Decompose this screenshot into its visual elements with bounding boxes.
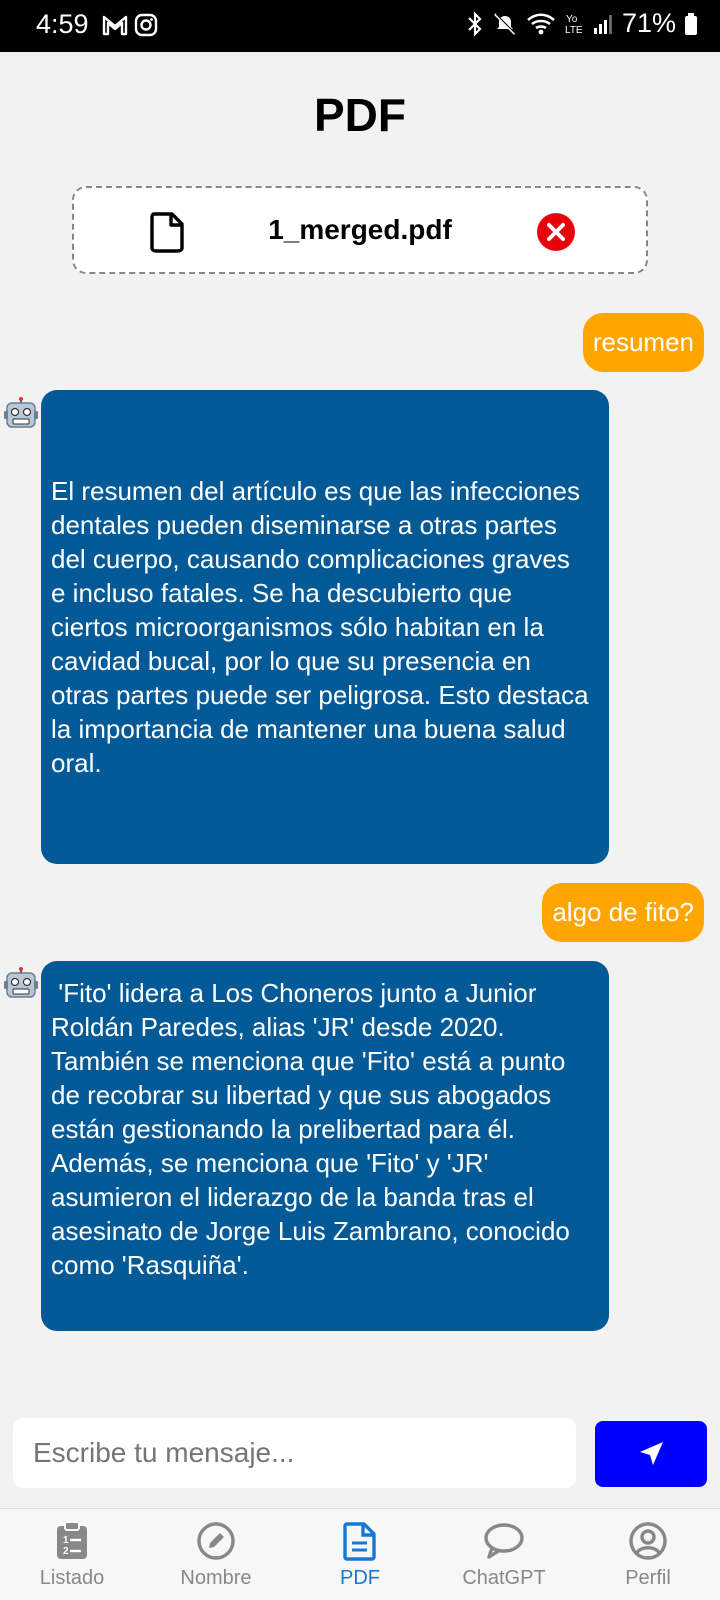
instagram-icon (134, 13, 158, 37)
tab-pdf[interactable]: PDF (288, 1509, 432, 1600)
tab-chatgpt[interactable]: ChatGPT (432, 1509, 576, 1600)
send-icon (640, 1442, 663, 1465)
tab-listado[interactable]: 1 2 Listado (0, 1509, 144, 1600)
user-message: resumen (582, 313, 704, 372)
selected-file-card: 1_merged.pdf (72, 186, 648, 274)
tab-label: PDF (340, 1567, 380, 1589)
bottom-tab-bar: 1 2 Listado Nombre PDF ChatGPT Perfil (0, 1508, 720, 1600)
bot-message: El resumen del artículo es que las infec… (41, 390, 609, 864)
user-message: algo de fito? (542, 883, 704, 942)
remove-file-icon[interactable] (536, 212, 576, 252)
svg-text:LTE: LTE (565, 25, 583, 36)
tab-label: Listado (39, 1567, 105, 1589)
tab-label: Perfil (625, 1567, 671, 1589)
wifi-icon (527, 12, 555, 34)
notification-icons (102, 13, 158, 37)
mute-icon (494, 12, 517, 35)
bluetooth-icon (468, 10, 482, 37)
status-time: 4:59 (36, 9, 89, 39)
tab-perfil[interactable]: Perfil (576, 1509, 720, 1600)
tab-label: Nombre (180, 1567, 252, 1589)
status-bar: 4:59 Yo LTE 71% (0, 0, 720, 52)
battery-percent: 71% (621, 8, 676, 38)
send-button[interactable] (595, 1421, 707, 1487)
bot-message: 'Fito' lidera a Los Choneros junto a Jun… (41, 961, 609, 1331)
svg-text:Yo: Yo (566, 14, 578, 25)
tab-label: ChatGPT (462, 1567, 546, 1589)
battery-icon (685, 12, 697, 35)
document-icon (343, 1522, 376, 1561)
message-input[interactable] (13, 1418, 576, 1488)
tab-nombre[interactable]: Nombre (144, 1509, 288, 1600)
chat-bubble-icon (484, 1523, 524, 1559)
user-circle-icon (629, 1522, 667, 1560)
svg-text:1: 1 (63, 1535, 69, 1546)
page-title: PDF (314, 89, 406, 141)
robot-icon (4, 967, 38, 998)
signal-icon (593, 14, 612, 34)
clipboard-list-icon: 1 2 (57, 1521, 87, 1559)
robot-icon (4, 397, 38, 428)
pencil-circle-icon (197, 1522, 235, 1560)
gmail-icon (102, 15, 128, 36)
system-icons: Yo LTE 71% (466, 8, 698, 39)
svg-text:2: 2 (63, 1546, 69, 1557)
volte-icon: YoLTE (565, 14, 583, 36)
